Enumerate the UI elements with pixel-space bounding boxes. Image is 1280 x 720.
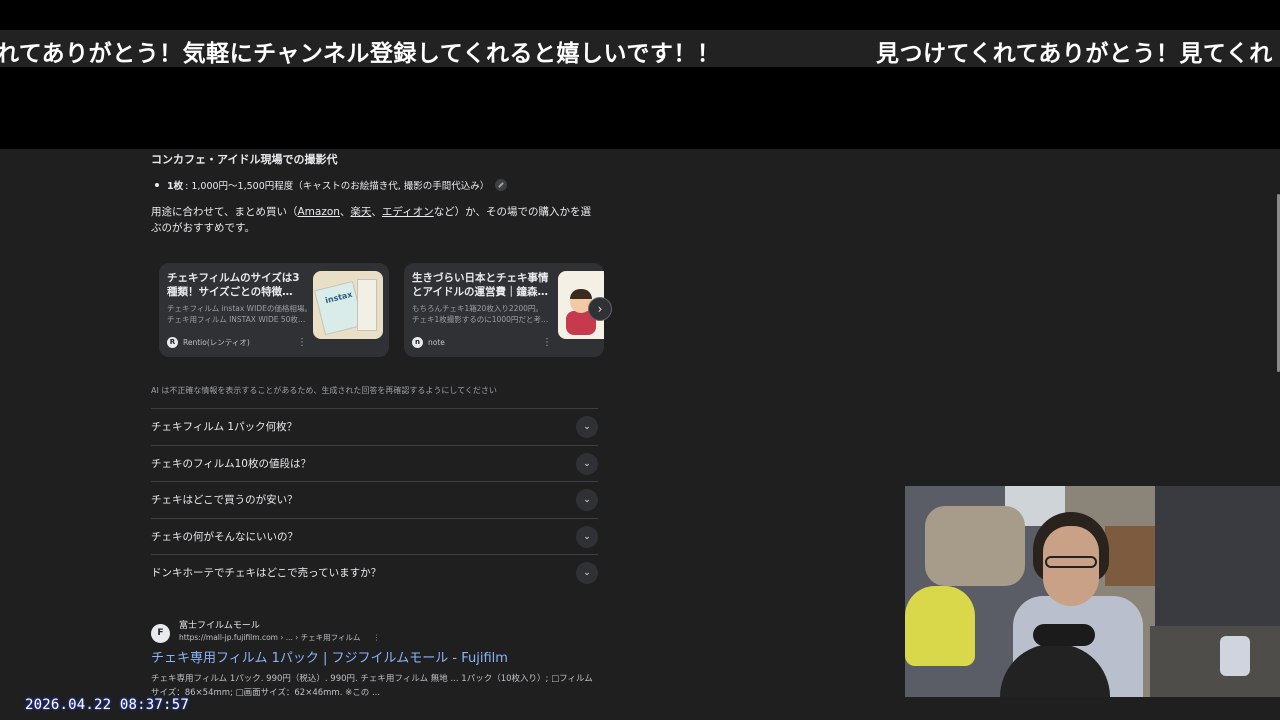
webcam-clutter (925, 506, 1025, 586)
webcam-person-glasses (1045, 556, 1097, 568)
more-options-icon[interactable]: ⋮ (297, 337, 307, 348)
webcam-bag (905, 586, 975, 666)
card-snippet-line: チェキ用フィルム INSTAX WIDE 50枚… (167, 315, 306, 324)
para-text: 用途に合わせて、まとめ買い（ (151, 206, 298, 218)
paa-question-text: チェキフィルム 1パック何枚？ (151, 421, 298, 434)
card-snippet: もちろんチェキ1箱20枚入り2200円。 チェキ1枚撮影するのに1000円だと考… (412, 303, 554, 325)
chevron-down-icon[interactable]: ⌄ (576, 562, 598, 584)
result-site-name: 富士フイルムモール (179, 621, 260, 631)
stream-timestamp: 2026.04.22 08:37:57 (25, 697, 189, 713)
paa-question-text: ドンキホーテでチェキはどこで売っていますか？ (151, 567, 382, 580)
more-options-icon[interactable]: ⋮ (542, 337, 552, 348)
ticker-text: 見つけてくれてありがとう！見てくれ (876, 40, 1273, 67)
chevron-down-icon[interactable]: ⌄ (576, 416, 598, 438)
film-pack-shape (357, 279, 377, 331)
paa-question-text: チェキの何がそんなにいいの？ (151, 530, 298, 543)
people-also-ask: チェキフィルム 1パック何枚？ ⌄ チェキのフィルム10枚の値段は？ ⌄ チェキ… (151, 408, 598, 591)
source-card[interactable]: 生きづらい日本とチェキ事情とアイドルの運営費｜鐘森… もちろんチェキ1箱20枚入… (404, 263, 604, 357)
carousel-next-icon[interactable]: › (588, 297, 612, 321)
webcam-lamp-top (1033, 624, 1095, 646)
card-source: R Rentio(レンティオ) (167, 337, 250, 348)
card-source-name: Rentio(レンティオ) (183, 338, 250, 347)
chevron-down-icon[interactable]: ⌄ (576, 489, 598, 511)
card-snippet-line: チェキフィルム instax WIDEの価格相場。 (167, 304, 309, 313)
bullet-text: : 1,000円〜1,500円程度（キャストのお絵描き代, 撮影の手間代込み） (185, 181, 490, 192)
chevron-down-icon[interactable]: ⌄ (576, 525, 598, 548)
paa-question[interactable]: チェキフィルム 1パック何枚？ ⌄ (151, 408, 598, 445)
card-snippet-line: チェキ1枚撮影するのに1000円だと考… (412, 315, 549, 324)
ai-overview-bullet: 1枚 : 1,000円〜1,500円程度（キャストのお絵描き代, 撮影の手間代込… (155, 178, 508, 192)
chevron-down-icon[interactable]: ⌄ (576, 452, 598, 475)
webcam-bottle (1220, 636, 1250, 676)
stream-ticker: れてありがとう！気軽にチャンネル登録してくれると嬉しいです！！ 見つけてくれてあ… (0, 30, 1280, 67)
webcam-cables (1150, 626, 1280, 697)
para-sep: 、 (371, 206, 382, 218)
bullet-bold: 1枚 (167, 181, 184, 192)
webcam-overlay (905, 486, 1280, 697)
card-title[interactable]: 生きづらい日本とチェキ事情とアイドルの運営費｜鐘森… (412, 271, 552, 299)
ai-overview-paragraph: 用途に合わせて、まとめ買い（Amazon、楽天、エディオンなど）か、その場での購… (151, 204, 601, 236)
link-edion[interactable]: エディオン (382, 206, 434, 218)
card-thumbnail[interactable]: instax (313, 271, 383, 339)
source-card[interactable]: チェキフィルムのサイズは3種類！サイズごとの特徴… チェキフィルム instax… (159, 263, 389, 357)
site-favicon-icon: F (151, 624, 170, 643)
para-sep: 、 (339, 206, 351, 218)
result-title-link[interactable]: チェキ専用フィルム 1パック | フジフイルムモール - Fujifilm (151, 650, 601, 668)
stream-black-band (0, 67, 1280, 149)
card-source: n note (412, 337, 445, 348)
source-favicon-icon: R (167, 337, 178, 348)
result-header[interactable]: F 富士フイルムモール https://mall-jp.fujifilm.com… (151, 620, 601, 644)
paa-question[interactable]: ドンキホーテでチェキはどこで売っていますか？ ⌄ (151, 554, 598, 591)
ai-disclaimer: AI は不正確な情報を表示することがあるため、生成された回答を再確認するようにし… (151, 386, 497, 395)
webcam-shelf (1105, 526, 1155, 586)
result-url: https://mall-jp.fujifilm.com › ... › チェキ… (179, 632, 380, 644)
more-options-icon[interactable]: ⋮ (373, 633, 381, 642)
paa-question[interactable]: チェキのフィルム10枚の値段は？ ⌄ (151, 444, 598, 482)
source-favicon-icon: n (412, 337, 423, 348)
ai-overview-heading: コンカフェ・アイドル現場での撮影代 (151, 153, 338, 166)
card-snippet-line: もちろんチェキ1箱20枚入り2200円。 (412, 304, 543, 313)
result-url-text: https://mall-jp.fujifilm.com › ... › チェキ… (179, 633, 361, 642)
paa-question-text: チェキはどこで買うのが安い？ (151, 494, 298, 507)
card-source-name: note (428, 338, 445, 347)
paa-question-text: チェキのフィルム10枚の値段は？ (151, 457, 311, 470)
card-title[interactable]: チェキフィルムのサイズは3種類！サイズごとの特徴… (167, 271, 307, 299)
search-result: F 富士フイルムモール https://mall-jp.fujifilm.com… (151, 620, 601, 700)
card-snippet: チェキフィルム instax WIDEの価格相場。 チェキ用フィルム INSTA… (167, 303, 309, 325)
stream-top-bar (0, 0, 1280, 30)
ticker-text: れてありがとう！気軽にチャンネル登録してくれると嬉しいです！！ (0, 40, 721, 67)
bullet-dot (155, 183, 159, 187)
paa-question[interactable]: チェキの何がそんなにいいの？ ⌄ (151, 517, 598, 555)
illustration-hair (570, 289, 592, 299)
result-snippet: チェキ専用フィルム 1パック. 990円（税込）. 990円. チェキ用フィルム… (151, 674, 593, 698)
result-source: 富士フイルムモール https://mall-jp.fujifilm.com ›… (179, 620, 380, 644)
link-icon[interactable] (495, 179, 508, 191)
paa-question[interactable]: チェキはどこで買うのが安い？ ⌄ (151, 481, 598, 518)
link-amazon[interactable]: Amazon (297, 206, 339, 218)
link-rakuten[interactable]: 楽天 (350, 206, 371, 218)
